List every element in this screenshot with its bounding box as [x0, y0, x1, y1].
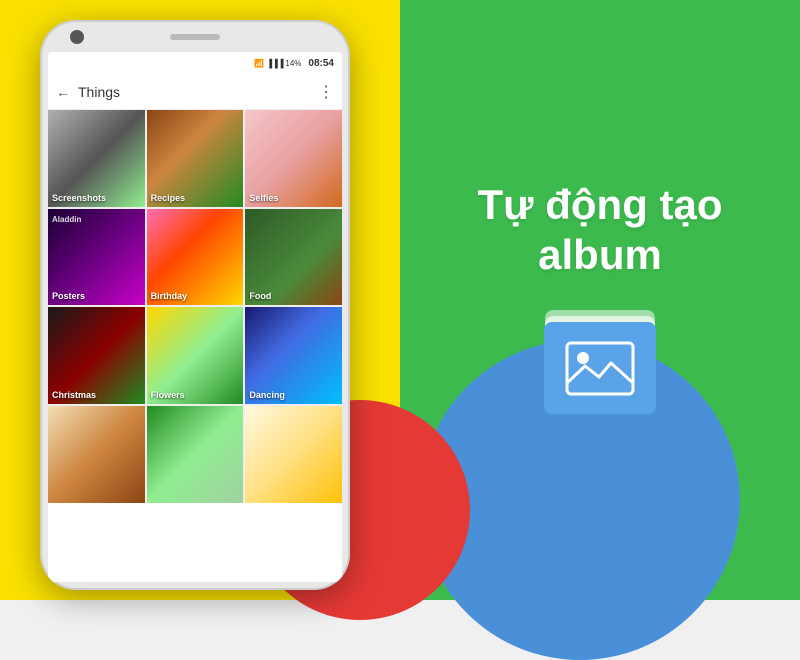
label-birthday: Birthday	[151, 291, 188, 301]
back-button[interactable]: ←	[56, 84, 70, 100]
thumb-row4a	[48, 406, 145, 503]
signal-icon: ▐▐▐	[266, 59, 283, 68]
photo-landscape-icon	[565, 341, 635, 396]
phone-camera	[70, 30, 84, 44]
label-christmas: Christmas	[52, 390, 96, 400]
album-stack	[540, 310, 660, 420]
label-posters: Posters	[52, 291, 85, 301]
grid-item-flowers[interactable]: Flowers	[147, 307, 244, 404]
grid-item-food[interactable]: Food	[245, 209, 342, 306]
grid-item-row4b[interactable]	[147, 406, 244, 503]
thumb-row4c	[245, 406, 342, 503]
screen-title: Things	[78, 84, 318, 100]
label-screenshots: Screenshots	[52, 193, 106, 203]
grid-item-dancing[interactable]: Dancing	[245, 307, 342, 404]
phone: 📶 ▐▐▐ 14% 08:54 ← Things ⋮ Screenshots Re…	[40, 20, 350, 590]
grid-item-recipes[interactable]: Recipes	[147, 110, 244, 207]
label-food: Food	[249, 291, 271, 301]
phone-speaker	[170, 34, 220, 40]
top-bar: ← Things ⋮	[48, 74, 342, 110]
time-display: 08:54	[308, 58, 334, 69]
battery-label: 14%	[285, 59, 301, 68]
phone-frame: 📶 ▐▐▐ 14% 08:54 ← Things ⋮ Screenshots Re…	[40, 20, 350, 590]
promo-line2: album	[477, 230, 722, 280]
label-flowers: Flowers	[151, 390, 185, 400]
phone-screen: 📶 ▐▐▐ 14% 08:54 ← Things ⋮ Screenshots Re…	[48, 52, 342, 582]
grid-item-screenshots[interactable]: Screenshots	[48, 110, 145, 207]
photo-grid: Screenshots Recipes Selfies Aladdin Posters B…	[48, 110, 342, 503]
grid-item-posters[interactable]: Aladdin Posters	[48, 209, 145, 306]
promo-text: Tự động tạo album	[477, 180, 722, 281]
grid-item-row4a[interactable]	[48, 406, 145, 503]
right-panel: Tự động tạo album	[400, 0, 800, 600]
wifi-icon: 📶	[254, 59, 264, 68]
promo-line1: Tự động tạo	[477, 180, 722, 230]
menu-button[interactable]: ⋮	[318, 82, 334, 102]
posters-movie-label: Aladdin	[52, 215, 81, 224]
label-selfies: Selfies	[249, 193, 278, 203]
status-bar: 📶 ▐▐▐ 14% 08:54	[48, 52, 342, 74]
album-card-front	[544, 322, 656, 414]
label-dancing: Dancing	[249, 390, 285, 400]
grid-item-selfies[interactable]: Selfies	[245, 110, 342, 207]
thumb-row4b	[147, 406, 244, 503]
grid-item-birthday[interactable]: Birthday	[147, 209, 244, 306]
status-icons: 📶 ▐▐▐ 14%	[254, 59, 301, 68]
grid-item-christmas[interactable]: Christmas	[48, 307, 145, 404]
album-icon	[540, 310, 660, 420]
grid-item-row4c[interactable]	[245, 406, 342, 503]
label-recipes: Recipes	[151, 193, 186, 203]
